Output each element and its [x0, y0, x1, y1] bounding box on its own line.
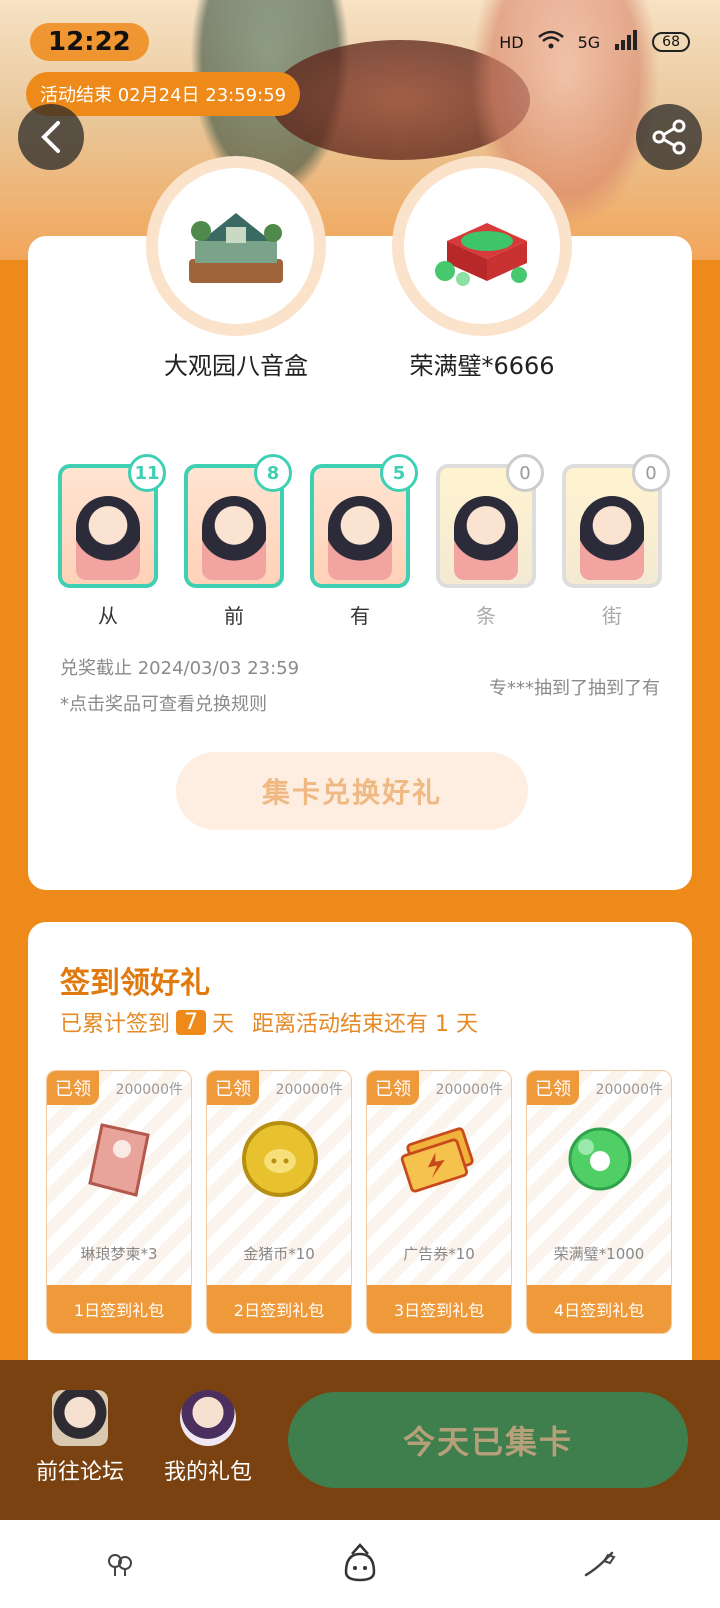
- gift-day-button[interactable]: 3日签到礼包: [367, 1285, 511, 1333]
- redeem-deadline: 兑奖截止 2024/03/03 23:59: [60, 658, 300, 679]
- gift-day-button[interactable]: 2日签到礼包: [207, 1285, 351, 1333]
- claimed-badge: 已领: [367, 1071, 419, 1105]
- signin-gift[interactable]: 已领 200000件 琳琅梦柬*3 1日签到礼包: [46, 1070, 192, 1334]
- music-box-icon: [189, 213, 283, 283]
- gift-name: 琳琅梦柬*3: [80, 1245, 158, 1263]
- character-portrait: [202, 496, 266, 580]
- card-item[interactable]: 5 有: [310, 454, 418, 629]
- character-portrait: [454, 496, 518, 580]
- card-item[interactable]: 0 街: [562, 454, 670, 629]
- gift-name: 荣满璧*1000: [553, 1245, 645, 1263]
- signin-progress: 已累计签到 7 天 距离活动结束还有 1 天: [60, 1006, 478, 1038]
- collected-cards-row: 11 从 8 前 5 有 0 条 0 街: [58, 454, 670, 629]
- gift-stock: 200000件: [275, 1082, 343, 1098]
- bottom-action-bar: 前往论坛 我的礼包 今天已集卡: [0, 1360, 720, 1520]
- card-count-badge: 0: [632, 454, 670, 492]
- card-count-badge: 0: [506, 454, 544, 492]
- jade-gift-box-icon: [435, 223, 527, 286]
- prize-name: 荣满璧*6666: [409, 352, 555, 380]
- share-button[interactable]: [636, 104, 702, 170]
- today-collected-button[interactable]: 今天已集卡: [288, 1392, 688, 1488]
- prize-music-box[interactable]: 大观园八音盒: [146, 156, 326, 381]
- character-portrait: [580, 496, 644, 580]
- status-time: 12:22: [30, 23, 149, 61]
- my-gifts-label: 我的礼包: [163, 1460, 252, 1485]
- prize-name: 大观园八音盒: [164, 352, 308, 380]
- card-label: 从: [98, 604, 118, 628]
- status-bar: 12:22 HD 5G 68: [30, 20, 690, 64]
- remaining-days: 距离活动结束还有 1 天: [252, 1012, 479, 1037]
- claimed-badge: 已领: [527, 1071, 579, 1105]
- card-count-badge: 8: [254, 454, 292, 492]
- signin-gift[interactable]: 已领 200000件 广告券*10 3日签到礼包: [366, 1070, 512, 1334]
- back-button[interactable]: [18, 104, 84, 170]
- card-count-badge: 5: [380, 454, 418, 492]
- hd-icon: HD: [499, 32, 524, 52]
- scroll-ticket-icon: [88, 1123, 150, 1197]
- card-label: 街: [602, 604, 622, 628]
- gift-day-button[interactable]: 1日签到礼包: [47, 1285, 191, 1333]
- gift-stock: 200000件: [595, 1082, 663, 1098]
- card-collection-panel: 大观园八音盒 荣满璧*6666 11 从 8 前 5 有 0 条 0 街 兑奖截…: [28, 156, 692, 890]
- mascot-icon: [344, 1543, 376, 1582]
- gift-day-button[interactable]: 4日签到礼包: [527, 1285, 671, 1333]
- gift-name: 金猪币*10: [243, 1245, 315, 1263]
- jade-ring-icon: [568, 1127, 632, 1191]
- character-portrait: [76, 496, 140, 580]
- gift-avatar: [180, 1390, 236, 1446]
- gift-stock: 200000件: [115, 1082, 183, 1098]
- signin-days: 7: [176, 1009, 207, 1035]
- brush-icon: [584, 1551, 616, 1577]
- chevron-left-icon: [41, 121, 60, 153]
- card-item[interactable]: 8 前: [184, 454, 292, 629]
- gift-stock: 200000件: [435, 1082, 503, 1098]
- card-item[interactable]: 11 从: [58, 454, 166, 629]
- signin-gift[interactable]: 已领 200000件 荣满璧*1000 4日签到礼包: [526, 1070, 672, 1334]
- signal-icon: [614, 30, 638, 54]
- gift-name: 广告券*10: [403, 1245, 475, 1263]
- prize-jade-gift[interactable]: 荣满璧*6666: [392, 156, 572, 381]
- bottom-nav: [0, 1520, 720, 1608]
- signin-title: 签到领好礼: [60, 966, 210, 1001]
- nav-discover[interactable]: [570, 1534, 630, 1594]
- claimed-badge: 已领: [207, 1071, 259, 1105]
- card-item[interactable]: 0 条: [436, 454, 544, 629]
- share-icon: [652, 119, 686, 155]
- rules-hint: *点击奖品可查看兑换规则: [60, 694, 267, 715]
- tree-icon: [108, 1554, 132, 1576]
- card-label: 条: [476, 604, 496, 628]
- signin-gift[interactable]: 已领 200000件 金猪币*10 2日签到礼包: [206, 1070, 352, 1334]
- ad-coupon-icon: [400, 1127, 474, 1193]
- network-label: 5G: [577, 32, 601, 52]
- my-gifts-button[interactable]: 我的礼包: [148, 1390, 268, 1486]
- wifi-icon: [537, 30, 564, 54]
- nav-home[interactable]: [90, 1534, 150, 1594]
- draw-ticker: 专***抽到了抽到了有: [489, 678, 660, 699]
- claimed-badge: 已领: [47, 1071, 99, 1105]
- signin-gift-list: 已领 200000件 琳琅梦柬*3 1日签到礼包 已领 200000件 金猪币*…: [46, 1070, 672, 1334]
- card-label: 有: [350, 604, 370, 628]
- nav-main[interactable]: [330, 1534, 390, 1594]
- character-portrait: [328, 496, 392, 580]
- status-icons: HD 5G 68: [499, 30, 690, 54]
- exchange-button[interactable]: 集卡兑换好礼: [176, 752, 528, 830]
- forum-avatar: [52, 1390, 108, 1446]
- gold-pig-coin-icon: [242, 1121, 318, 1197]
- forum-label: 前往论坛: [35, 1460, 124, 1485]
- card-count-badge: 11: [128, 454, 166, 492]
- forum-button[interactable]: 前往论坛: [20, 1390, 140, 1486]
- battery-icon: 68: [652, 32, 690, 52]
- card-label: 前: [224, 604, 244, 628]
